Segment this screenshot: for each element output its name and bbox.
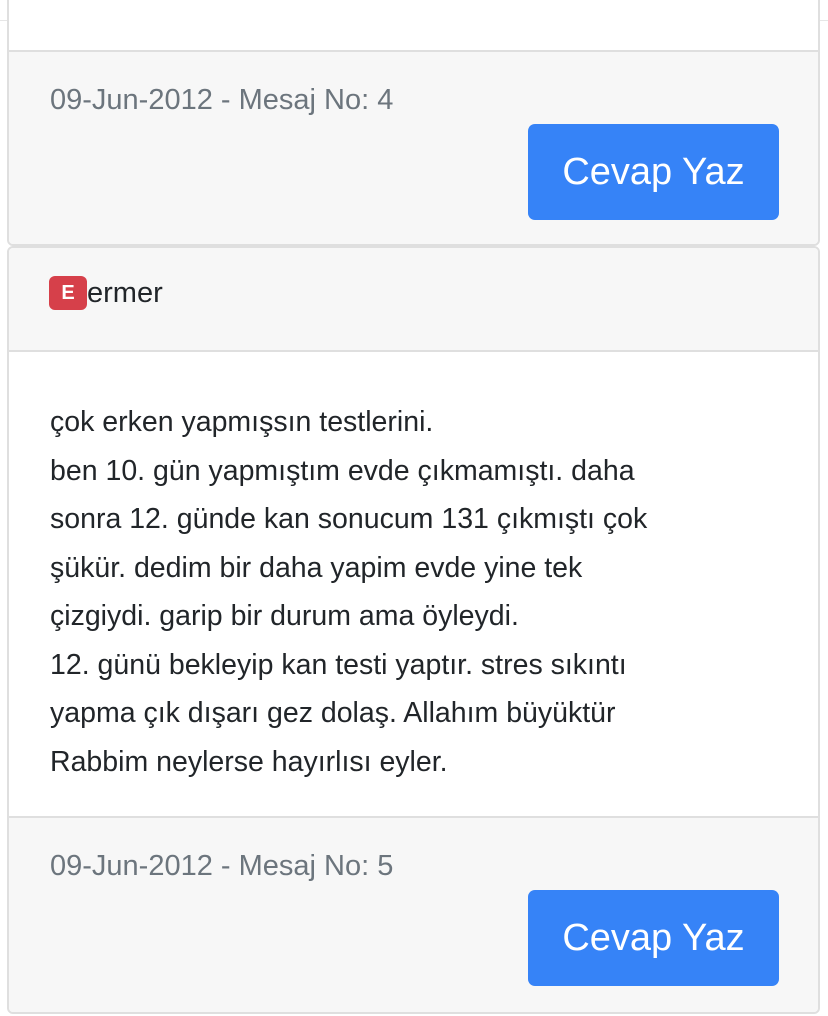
message-line: yapma çık dışarı gez dolaş. Allahım büyü…: [50, 697, 616, 729]
message-line: 12. günü bekleyip kan testi yaptır. stre…: [50, 648, 627, 681]
post-body-4: [9, 0, 818, 52]
post-header-5: E ermer: [9, 248, 818, 352]
author-info: E ermer: [49, 276, 163, 310]
avatar: E: [49, 276, 87, 310]
reply-button-4[interactable]: Cevap Yaz: [528, 124, 779, 220]
post-footer-5: 09-Jun-2012 - Mesaj No: 5 Cevap Yaz: [9, 818, 818, 1012]
message-line: şükür. dedim bir daha yapim evde yine te…: [50, 551, 583, 584]
reply-button-5[interactable]: Cevap Yaz: [528, 890, 779, 986]
forum-thread-page: 09-Jun-2012 - Mesaj No: 4 Cevap Yaz E er…: [0, 0, 828, 1016]
post-body-5: çok erken yapmışsın testlerini. ben 10. g…: [9, 352, 818, 818]
post-footer-4: 09-Jun-2012 - Mesaj No: 4 Cevap Yaz: [9, 52, 818, 244]
message-line: çizgiydi. garip bir durum ama öyleydi.: [50, 600, 519, 632]
post-meta-4: 09-Jun-2012 - Mesaj No: 4: [50, 84, 394, 116]
post-card-5: E ermer çok erken yapmışsın testlerini. b…: [7, 246, 820, 1014]
post-message: çok erken yapmışsın testlerini. ben 10. g…: [50, 398, 750, 786]
author-name[interactable]: ermer: [87, 277, 163, 310]
message-line: ben 10. gün yapmıştım evde çıkmamıştı. d…: [50, 454, 635, 487]
message-line: çok erken yapmışsın testlerini.: [50, 406, 434, 438]
post-card-4: 09-Jun-2012 - Mesaj No: 4 Cevap Yaz: [7, 0, 820, 246]
post-meta-5: 09-Jun-2012 - Mesaj No: 5: [50, 850, 394, 882]
message-line: Rabbim neylerse hayırlısı eyler.: [50, 745, 448, 778]
message-line: sonra 12. günde kan sonucum 131 çıkmıştı…: [50, 503, 648, 535]
